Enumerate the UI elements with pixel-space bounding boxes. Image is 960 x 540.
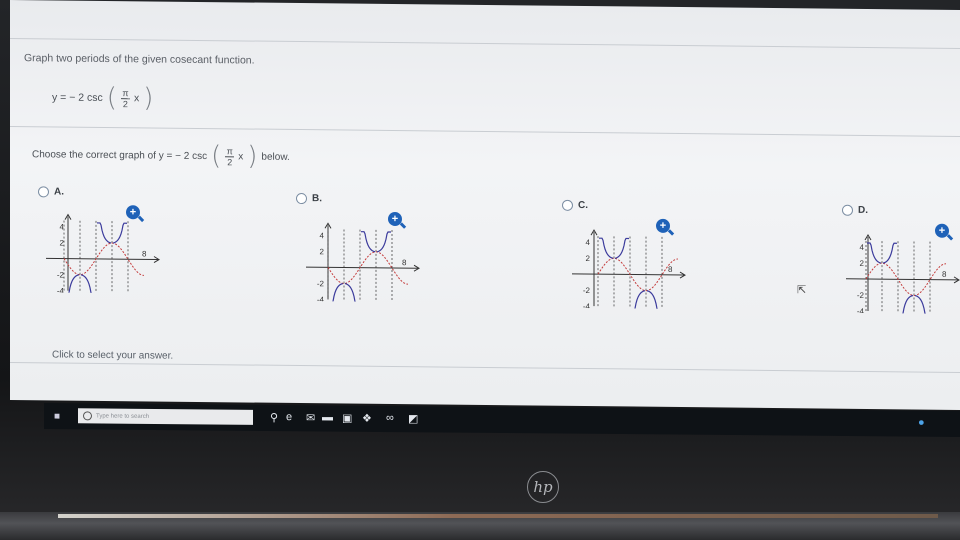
fraction: π 2 bbox=[120, 87, 130, 109]
folder-icon[interactable]: ▬ bbox=[322, 411, 333, 423]
taskbar-search[interactable]: Type here to search bbox=[78, 408, 253, 425]
csc-branch bbox=[899, 294, 914, 314]
tick-label: -4 bbox=[317, 295, 325, 302]
radio-button[interactable] bbox=[562, 199, 573, 211]
csc-branch bbox=[65, 274, 80, 294]
tick-label: 2 bbox=[586, 254, 591, 263]
csc-branch bbox=[631, 290, 646, 310]
photos-icon[interactable]: ◩ bbox=[408, 412, 418, 425]
function-prefix: y = − 2 csc bbox=[52, 91, 103, 104]
option-b[interactable]: B. bbox=[296, 192, 322, 205]
divider bbox=[10, 362, 960, 373]
csc-branch bbox=[344, 283, 359, 303]
function-expression: y = − 2 csc ( π 2 x ) bbox=[52, 83, 154, 114]
csc-branch bbox=[599, 237, 614, 259]
csc-branch bbox=[882, 242, 897, 264]
hp-logo: hp bbox=[527, 471, 559, 503]
divider bbox=[10, 126, 960, 137]
paren-right: ) bbox=[143, 83, 154, 114]
graph-b[interactable]: 4 2 -2 -4 8 bbox=[300, 221, 420, 303]
instruction-text: Choose the correct graph of y = − 2 csc … bbox=[32, 141, 290, 172]
tick-label: 8 bbox=[402, 258, 407, 267]
tick-label: 8 bbox=[142, 249, 147, 258]
radio-button[interactable] bbox=[296, 192, 307, 205]
question-text: Graph two periods of the given cosecant … bbox=[24, 52, 255, 67]
windows-start-icon[interactable]: ■ bbox=[54, 411, 60, 422]
radio-button[interactable] bbox=[842, 204, 853, 216]
x-axis bbox=[46, 257, 158, 261]
mouse-cursor-icon: ⇱ bbox=[797, 284, 807, 297]
tray-icon[interactable]: ● bbox=[918, 417, 925, 429]
csc-branch bbox=[80, 274, 95, 294]
csc-branch bbox=[97, 222, 112, 244]
csc-branch bbox=[914, 294, 929, 314]
screen: Graph two periods of the given cosecant … bbox=[10, 0, 960, 410]
tick-label: 2 bbox=[860, 259, 865, 268]
graph-c[interactable]: 4 2 -2 -4 8 bbox=[566, 228, 686, 310]
tick-label: -4 bbox=[583, 302, 591, 309]
hint-text: Click to select your answer. bbox=[52, 349, 174, 362]
graph-d[interactable]: 4 2 -2 -4 8 bbox=[840, 233, 960, 314]
paren-left: ( bbox=[106, 83, 117, 114]
radio-button[interactable] bbox=[38, 186, 49, 198]
option-a[interactable]: A. bbox=[38, 186, 64, 198]
search-icon bbox=[83, 411, 92, 421]
store-icon[interactable]: ▣ bbox=[342, 412, 352, 425]
cortana-icon[interactable]: ⚲ bbox=[270, 411, 278, 424]
csc-branch bbox=[361, 231, 376, 253]
dropbox-icon[interactable]: ❖ bbox=[362, 412, 372, 425]
csc-branch bbox=[614, 237, 629, 259]
tick-label: 4 bbox=[320, 231, 325, 240]
mail-icon[interactable]: ✉ bbox=[306, 411, 315, 424]
x-axis bbox=[846, 278, 958, 281]
x-axis bbox=[306, 266, 418, 269]
csc-branch bbox=[329, 282, 344, 303]
csc-branch bbox=[376, 231, 391, 253]
option-d[interactable]: D. bbox=[842, 204, 868, 216]
option-c[interactable]: C. bbox=[562, 199, 588, 211]
tick-label: 2 bbox=[320, 247, 325, 256]
tick-label: -2 bbox=[583, 286, 591, 295]
divider bbox=[10, 38, 960, 49]
graph-a[interactable]: 42-2-48 bbox=[40, 212, 160, 294]
tick-label: -4 bbox=[57, 286, 65, 293]
csc-branch bbox=[112, 222, 127, 244]
x-axis bbox=[572, 273, 684, 276]
csc-branch bbox=[867, 242, 882, 264]
tick-label: 4 bbox=[586, 238, 591, 247]
tick-label: -2 bbox=[57, 270, 65, 279]
tick-label: 8 bbox=[942, 270, 947, 279]
edge-icon[interactable]: e bbox=[286, 411, 292, 423]
tick-label: -2 bbox=[317, 279, 325, 288]
tick-label: -2 bbox=[857, 291, 865, 300]
link-icon[interactable]: ∞ bbox=[386, 412, 394, 424]
csc-branch bbox=[646, 290, 661, 310]
hinge-accent bbox=[58, 514, 938, 518]
tick-label: 4 bbox=[860, 243, 865, 252]
tick-label: 8 bbox=[668, 265, 673, 274]
tick-label: -4 bbox=[857, 307, 865, 314]
